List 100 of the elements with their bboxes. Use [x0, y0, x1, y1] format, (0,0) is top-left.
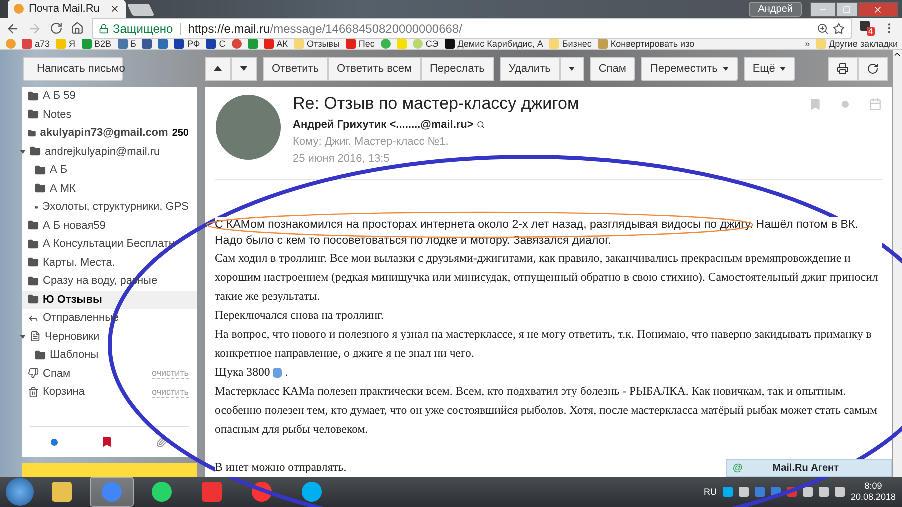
profile-button[interactable]: Андрей [749, 2, 802, 17]
toolbar-button[interactable]: Удалить [500, 56, 560, 80]
folder-item[interactable]: А Б 59 [22, 87, 197, 106]
folder-label: А Б новая59 [43, 220, 106, 232]
url-text: https://e.mail.ru/message/14668450820000000668/ [188, 22, 462, 36]
tray-icon[interactable] [738, 487, 749, 497]
scrollbar[interactable] [893, 50, 902, 477]
bookmark-icon [118, 39, 128, 49]
folder-item[interactable]: Эхолоты, структурники, GPS [22, 198, 197, 216]
star-icon[interactable] [833, 22, 845, 34]
close-button[interactable] [858, 2, 898, 17]
bookmark[interactable]: Бизнес [549, 39, 592, 49]
bookmark[interactable]: Демис Карибидис, А [444, 39, 544, 49]
bookmark[interactable]: Пес [346, 39, 375, 49]
toolbar-button[interactable]: Ответить всем [328, 56, 422, 80]
toolbar-button[interactable]: Ответить [263, 56, 328, 80]
bookmark[interactable]: Отзывы [294, 39, 340, 49]
more-bookmarks-button[interactable]: » [805, 39, 810, 49]
folder-item[interactable]: Карты. Места. [22, 254, 197, 272]
caret-icon [722, 66, 729, 70]
folder-item[interactable]: Корзина очистить [22, 383, 197, 402]
clock[interactable]: 8:09 20.08.2018 [850, 481, 896, 503]
reload-icon[interactable] [50, 22, 63, 35]
bookmark-icon [549, 39, 560, 49]
bookmark[interactable] [248, 39, 258, 49]
bookmark-icon [232, 39, 242, 49]
folder-item[interactable]: Шаблоны [22, 346, 197, 364]
start-button[interactable] [6, 478, 34, 506]
bookmark[interactable]: Я [56, 39, 76, 49]
dropdown-button[interactable] [560, 56, 584, 80]
toolbar-button[interactable]: Переслать [421, 56, 494, 80]
folder-label: Спам [43, 368, 71, 380]
folder-item[interactable]: akulyapin73@gmail.com 250 [22, 124, 197, 142]
home-icon[interactable] [71, 22, 84, 35]
folder-label: А Б 59 [43, 90, 76, 102]
bookmark[interactable]: АК [264, 39, 288, 49]
zoom-icon[interactable] [817, 22, 829, 34]
caret-icon[interactable] [20, 334, 26, 339]
folder-item[interactable]: Спам очистить [22, 364, 197, 383]
tray-icon[interactable] [818, 487, 829, 497]
folder-item[interactable]: Черновики [22, 328, 197, 346]
previous-button[interactable] [205, 56, 231, 80]
bookmark[interactable]: B2B [82, 39, 112, 49]
bookmark[interactable] [142, 39, 152, 49]
address-field[interactable]: Защищено https://e.mail.ru/message/14668450820000000668/ [92, 18, 852, 39]
document-icon [30, 331, 41, 342]
folder-item[interactable]: А Б новая59 [22, 216, 197, 235]
toolbar-button[interactable]: Спам [590, 56, 636, 80]
bookmark[interactable] [158, 39, 168, 49]
agent-panel[interactable]: @ Mail.Ru Агент [726, 459, 892, 477]
bookmark-icon[interactable] [100, 436, 113, 448]
maximize-button[interactable] [836, 2, 858, 17]
tray-icon[interactable] [802, 487, 813, 497]
folder-item[interactable]: Notes [22, 106, 197, 124]
compose-button[interactable]: Написать письмо [23, 56, 123, 80]
folder-item[interactable]: Ю Отзывы [22, 290, 197, 309]
folder-label: Корзина [43, 386, 85, 398]
bookmark[interactable]: Конвертировать изо [598, 39, 695, 49]
agent-title: Mail.Ru Агент [772, 462, 839, 474]
refresh-button[interactable] [858, 56, 888, 80]
language-indicator[interactable]: RU [704, 487, 717, 497]
tray-icon[interactable] [722, 487, 733, 497]
folder-item[interactable]: А МК [22, 180, 197, 198]
next-button[interactable] [231, 56, 257, 80]
bookmark[interactable]: Б [118, 39, 136, 49]
close-icon [873, 4, 883, 14]
message-subject: Re: Отзыв по мастер-классу джигом [293, 94, 580, 114]
folder-item[interactable]: andrejkulyapin@mail.ru [22, 142, 197, 161]
folder-icon [28, 128, 36, 139]
browser-tab[interactable]: Почта Mail.Ru [8, 0, 126, 18]
tray-icon[interactable] [834, 487, 845, 497]
new-tab-button[interactable] [127, 4, 155, 16]
back-icon[interactable] [6, 22, 20, 36]
thumbs-down-icon [28, 368, 39, 380]
dot-icon[interactable] [842, 101, 849, 108]
toolbar-button[interactable]: Ещё [744, 56, 796, 80]
folder-icon [35, 164, 46, 176]
folder-icon [28, 220, 39, 232]
print-button[interactable] [828, 56, 858, 80]
search-icon[interactable] [476, 121, 485, 129]
bookmark[interactable]: С [206, 39, 226, 49]
bookmark[interactable]: Другие закладки [816, 39, 898, 49]
folder-icon [30, 146, 41, 158]
folder-label: Эхолоты, структурники, GPS [42, 201, 189, 214]
bookmark[interactable]: РФ [174, 39, 200, 49]
folder-item[interactable]: А Б [22, 161, 197, 180]
close-icon[interactable] [110, 4, 120, 14]
dot-icon[interactable] [51, 438, 58, 446]
bookmark[interactable]: СЭ [412, 39, 439, 49]
minimize-button[interactable] [810, 2, 836, 17]
bookmark[interactable] [232, 39, 242, 49]
bookmark-icon [444, 39, 455, 49]
caret-icon[interactable] [20, 150, 26, 154]
paperclip-icon[interactable] [156, 436, 168, 448]
bookmark[interactable]: a73 [22, 39, 50, 49]
toolbar-button[interactable]: Переместить [641, 56, 738, 80]
refresh-icon [867, 62, 879, 74]
folder-icon [28, 109, 39, 120]
secure-label: Защищено [113, 22, 174, 36]
emoji-icon [273, 368, 282, 378]
